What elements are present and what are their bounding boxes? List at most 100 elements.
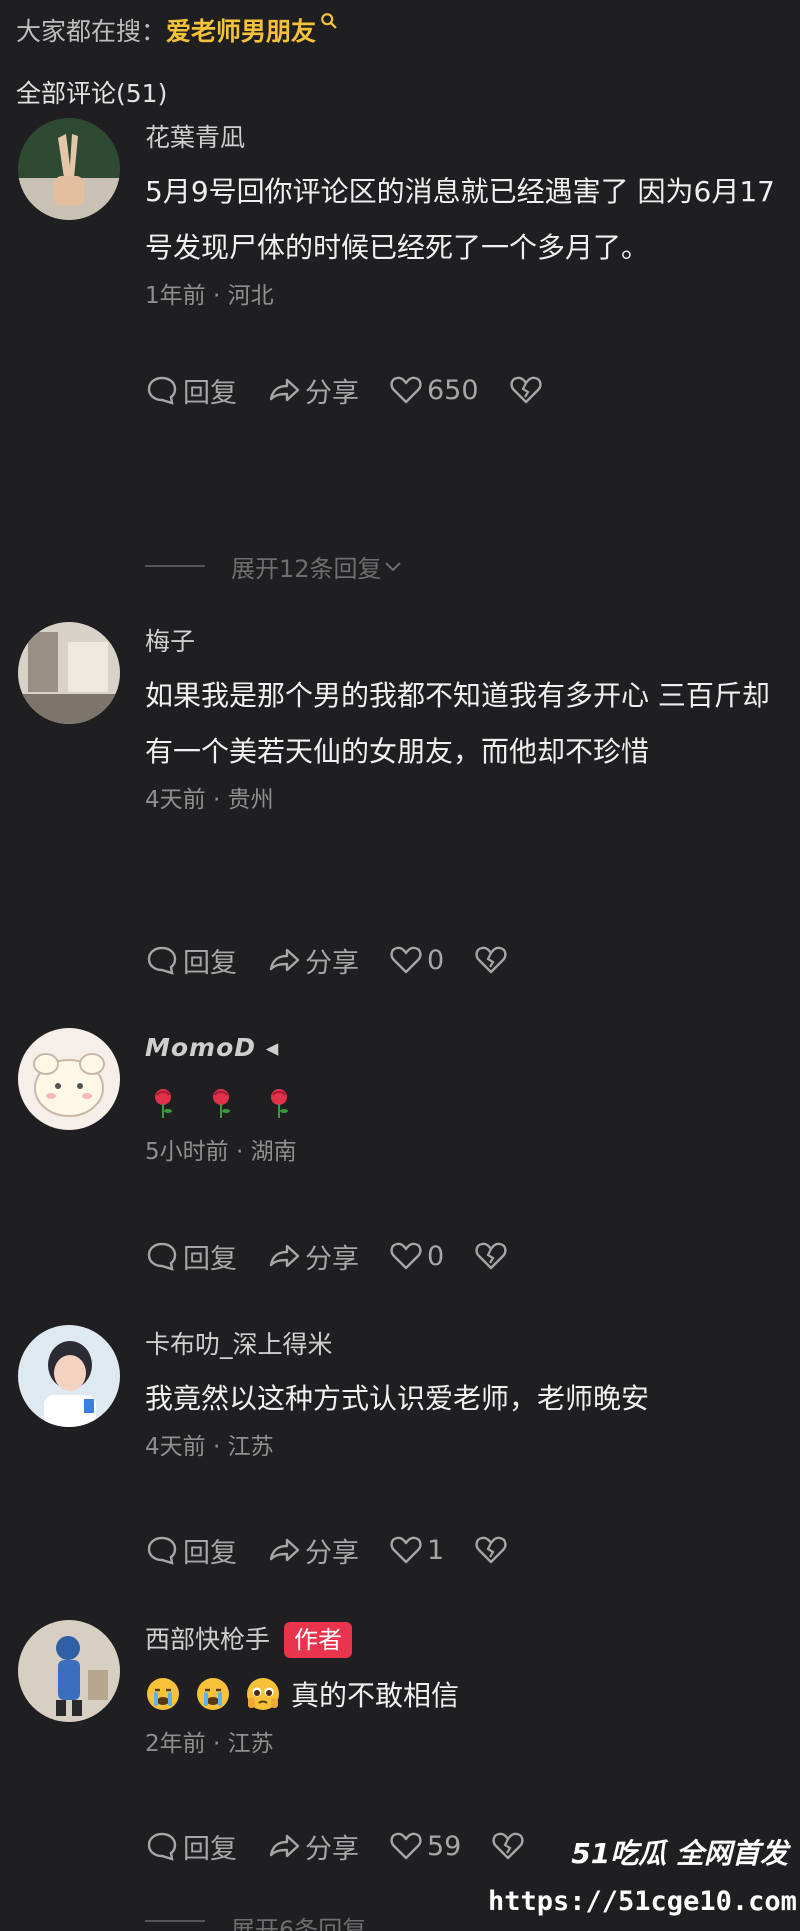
share-button[interactable]: 分享 [267,1237,359,1276]
expand-replies[interactable]: 展开6条回复 [145,1910,366,1931]
reply-label: 回复 [183,1243,237,1275]
heart-icon [390,946,422,974]
share-icon [269,1538,300,1562]
avatar[interactable] [18,1325,120,1427]
expand-replies[interactable]: 展开12条回复 [145,548,404,584]
reply-button[interactable]: 回复 [145,1237,237,1276]
rose-emoji [271,1089,288,1118]
comment-meta: 4天前 · 贵州 [145,787,274,813]
watermark: 51吃瓜 全网首发 https://51cge10.com [488,1832,797,1927]
like-button[interactable]: 59 [389,1829,461,1863]
dislike-button[interactable] [474,943,512,977]
comment-meta: 5小时前 · 湖南 [145,1139,297,1165]
comment-text: 5月9号回你评论区的消息就已经遇害了 因为6月17号发现尸体的时候已经死了一个多… [145,175,775,264]
like-button[interactable]: 650 [389,373,479,407]
like-count: 1 [427,1534,445,1566]
share-label: 分享 [305,1537,359,1569]
share-label: 分享 [305,377,359,409]
rose-emoji [213,1089,230,1118]
reply-icon [147,1832,177,1861]
broken-heart-icon [475,1536,507,1564]
broken-heart-icon [509,376,542,404]
heart-icon [390,1536,422,1564]
share-icon [269,948,300,972]
expand-replies-label: 展开12条回复 [231,554,382,583]
avatar[interactable] [18,1620,120,1722]
comment-text: 如果我是那个男的我都不知道我有多开心 三百斤却有一个美若天仙的女朋友，而他却不珍… [145,679,770,768]
username-row: 西部快枪手 作者 [145,1620,784,1660]
like-button[interactable]: 0 [389,1239,444,1273]
share-icon [269,378,300,402]
reply-icon [147,1536,177,1565]
reply-icon [147,1242,177,1271]
username[interactable]: 花葉青凪 [145,118,784,158]
heart-icon [390,376,422,404]
search-prefix: 大家都在搜： [16,17,167,46]
reply-label: 回复 [183,377,237,409]
comments-count-title: 全部评论(51) [16,79,168,108]
broken-heart-icon [475,1242,507,1270]
reply-label: 回复 [183,1833,237,1865]
share-label: 分享 [305,947,359,979]
dislike-button[interactable] [474,1239,512,1273]
search-icon[interactable] [320,12,338,30]
share-button[interactable]: 分享 [267,1827,359,1866]
expand-replies-label: 展开6条回复 [231,1916,367,1931]
reply-button[interactable]: 回复 [145,371,237,410]
crying-emoji [197,1678,229,1710]
like-button[interactable]: 1 [389,1533,444,1567]
comment-actions: 回复 分享 0 [145,938,542,982]
share-button[interactable]: 分享 [267,941,359,980]
comment-meta: 1年前 · 河北 [145,283,274,309]
share-label: 分享 [305,1243,359,1275]
comment-text: 我竟然以这种方式认识爱老师，老师晚安 [145,1382,650,1415]
search-keyword[interactable]: 爱老师男朋友 [166,12,316,48]
broken-heart-icon [475,946,507,974]
like-count: 59 [427,1830,462,1862]
comment-meta: 2年前 · 江苏 [145,1731,274,1757]
reply-icon [147,376,177,405]
emoji-row [145,1072,784,1132]
chevron-down-icon [384,562,401,572]
comment-actions: 回复 分享 1 [145,1528,542,1572]
heart-icon [390,1832,422,1860]
username[interactable]: 卡布叻_深上得米 [145,1325,784,1365]
search-suggestion[interactable]: 大家都在搜： 爱老师男朋友 [16,8,338,52]
avatar[interactable] [18,1028,120,1130]
reply-label: 回复 [183,947,237,979]
comment-actions: 回复 分享 0 [145,1234,542,1278]
heart-icon [390,1242,422,1270]
pleading-emoji [247,1678,279,1710]
username[interactable]: MomoD ◂ [145,1028,784,1068]
avatar[interactable] [18,622,120,724]
reply-button[interactable]: 回复 [145,1827,237,1866]
dislike-button[interactable] [509,373,547,407]
username[interactable]: 西部快枪手 [145,1620,270,1660]
share-icon [269,1244,300,1268]
like-button[interactable]: 0 [389,943,444,977]
rose-emoji [155,1089,172,1118]
username[interactable]: 梅子 [145,622,784,662]
share-label: 分享 [305,1833,359,1865]
comment-text: 真的不敢相信 [291,1679,460,1712]
reply-label: 回复 [183,1537,237,1569]
author-badge: 作者 [284,1622,353,1658]
share-button[interactable]: 分享 [267,1531,359,1570]
watermark-logo: 51吃瓜 全网首发 [571,1837,788,1870]
share-icon [269,1834,300,1858]
dislike-button[interactable] [474,1533,512,1567]
like-count: 0 [427,1240,445,1272]
like-count: 650 [427,374,479,406]
watermark-url: https://51cge10.com [488,1886,797,1917]
reply-button[interactable]: 回复 [145,1531,237,1570]
comment-text-row: 真的不敢相信 [145,1664,784,1724]
share-button[interactable]: 分享 [267,371,359,410]
reply-icon [147,946,177,975]
divider-line [145,1920,205,1922]
comment-meta: 4天前 · 江苏 [145,1434,274,1460]
avatar[interactable] [18,118,120,220]
divider-line [145,565,205,567]
comment-actions: 回复 分享 650 [145,368,577,412]
like-count: 0 [427,944,445,976]
reply-button[interactable]: 回复 [145,941,237,980]
